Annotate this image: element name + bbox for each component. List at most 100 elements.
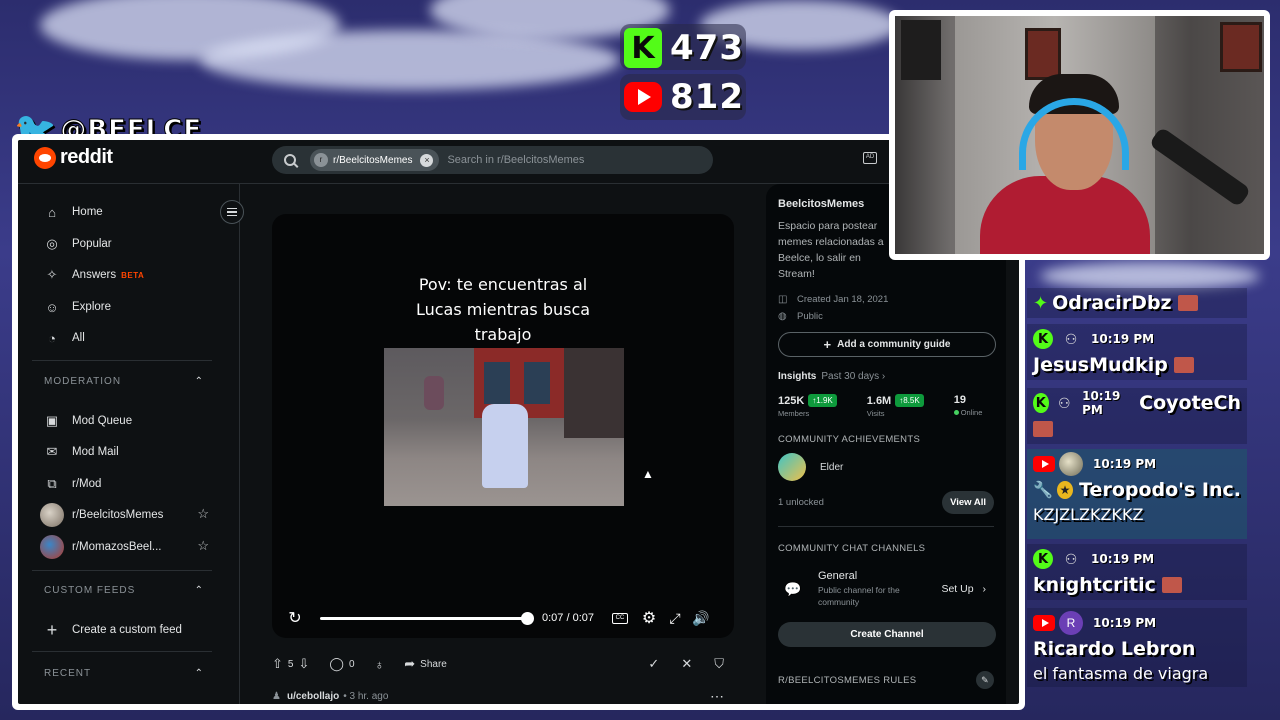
- edit-pencil-icon[interactable]: ✎: [976, 671, 994, 689]
- downvote-icon[interactable]: ⇩: [298, 656, 309, 672]
- comment-count: 0: [348, 658, 355, 670]
- sidebar-item-label: Popular: [72, 238, 112, 250]
- sidebar-divider: [32, 360, 212, 361]
- sidebar-item-mod-mail[interactable]: ✉ Mod Mail: [44, 438, 119, 466]
- achievements-header: COMMUNITY ACHIEVEMENTS: [778, 434, 921, 445]
- insights-period: Past 30 days ›: [821, 371, 886, 382]
- award-button[interactable]: ♁: [375, 657, 385, 672]
- stat-value: 125K: [778, 394, 805, 407]
- chat-message: K ⚇ 10:19 PM knightcritic: [1027, 544, 1247, 600]
- all-icon: ◔: [48, 330, 56, 346]
- sidebar-item-mod-queue[interactable]: ▣ Mod Queue: [44, 407, 132, 435]
- mouse-cursor-icon: ▲: [642, 467, 654, 481]
- sidebar-divider: [32, 570, 212, 571]
- chat-message: K ⚇ 10:19 PM CoyoteCh: [1027, 388, 1247, 444]
- remove-icon[interactable]: ✕: [681, 656, 692, 672]
- user-icon: ⚇: [1058, 395, 1071, 411]
- sidebar-item-popular[interactable]: ◎ Popular: [44, 230, 112, 258]
- video-controls: ↻ 0:07 / 0:07 CC ⚙ ⤢ 🔊: [272, 598, 734, 638]
- share-button[interactable]: ➦ Share: [404, 656, 447, 672]
- chat-time: 10:19 PM: [1082, 389, 1121, 417]
- cake-icon: ◫: [778, 294, 788, 305]
- user-avatar-icon: ♟: [272, 691, 281, 702]
- chat-channel-general[interactable]: 💬 General Public channel for the communi…: [778, 570, 994, 608]
- sidebar-item-all[interactable]: ◔ All: [44, 324, 85, 352]
- kick-logo-icon: K: [1033, 329, 1053, 349]
- live-chat: ✦ OdracirDbz K ⚇ 10:19 PM JesusMudkip K …: [1027, 258, 1280, 698]
- settings-gear-icon[interactable]: ⚙: [636, 608, 662, 628]
- advertise-icon[interactable]: AD: [863, 152, 877, 164]
- chat-username: OdracirDbz: [1052, 292, 1172, 314]
- community-search-chip[interactable]: r r/BeelcitosMemes ×: [310, 149, 440, 171]
- sidebar-item-explore[interactable]: ☺ Explore: [44, 293, 111, 321]
- set-up-button[interactable]: Set Up ›: [941, 583, 986, 595]
- custom-feeds-section-header[interactable]: CUSTOM FEEDS ⌃: [44, 585, 204, 596]
- sidebar-item-beelcitosmemes[interactable]: r/BeelcitosMemes: [40, 501, 214, 529]
- emote-icon: [1173, 357, 1194, 373]
- section-title: RECENT: [44, 668, 92, 679]
- favorite-star-icon[interactable]: ☆: [197, 538, 209, 554]
- view-all-button[interactable]: View All: [942, 491, 994, 514]
- star-badge-icon: ★: [1056, 481, 1074, 499]
- sidebar-collapse-button[interactable]: [220, 200, 244, 224]
- community-description: Espacio para postear memes relacionadas …: [778, 220, 884, 280]
- chat-message: K ⚇ 10:19 PM JesusMudkip: [1027, 324, 1247, 380]
- kick-viewer-counter: K 473: [624, 26, 744, 70]
- shield-icon[interactable]: ⛉: [714, 656, 724, 672]
- comments-button[interactable]: ◯ 0: [329, 656, 354, 672]
- upvote-icon[interactable]: ⇧: [272, 656, 283, 672]
- replay-icon[interactable]: ↻: [282, 608, 308, 628]
- achievement-badge-icon: [778, 453, 806, 481]
- post-author[interactable]: u/cebollajo: [287, 691, 339, 702]
- stat-label: Members: [778, 409, 810, 418]
- sidebar-item-momazos[interactable]: r/MomazosBeel...: [40, 533, 214, 561]
- mod-mail-icon: ✉: [46, 444, 58, 459]
- sidebar-item-label: All: [72, 332, 85, 344]
- video-progress-bar[interactable]: [320, 611, 534, 625]
- community-created: ◫ Created Jan 18, 2021: [778, 294, 994, 305]
- create-custom-feed-button[interactable]: + Create a custom feed: [44, 616, 182, 644]
- meme-caption: Pov: te encuentras al Lucas mientras bus…: [272, 272, 734, 347]
- achievement-item[interactable]: Elder: [778, 453, 994, 481]
- add-community-guide-button[interactable]: + Add a community guide: [778, 332, 996, 357]
- video-player[interactable]: Pov: te encuentras al Lucas mientras bus…: [272, 214, 734, 638]
- meme-video-frame: [384, 348, 624, 506]
- favorite-star-icon[interactable]: ☆: [197, 506, 209, 522]
- community-visibility: ◍ Public: [778, 311, 994, 322]
- fullscreen-icon[interactable]: ⤢: [662, 610, 688, 627]
- achievements-footer: 1 unlocked View All: [778, 491, 994, 514]
- create-channel-button[interactable]: Create Channel: [778, 622, 996, 647]
- reddit-wordmark: reddit: [60, 146, 113, 168]
- reddit-logo[interactable]: reddit: [34, 146, 113, 169]
- chip-close-icon[interactable]: ×: [420, 153, 434, 167]
- cartoon-character: [482, 404, 528, 488]
- youtube-viewer-count: 812: [670, 77, 744, 117]
- moderation-section-header[interactable]: MODERATION ⌃: [44, 376, 204, 387]
- youtube-viewer-counter: 812: [624, 75, 744, 119]
- caption-line: trabajo: [474, 325, 532, 344]
- sidebar-item-home[interactable]: ⌂ Home: [44, 198, 103, 226]
- captions-icon[interactable]: CC: [612, 612, 628, 624]
- sidebar-item-label: Home: [72, 206, 103, 218]
- community-avatar: [40, 503, 64, 527]
- rules-title: R/BEELCITOSMEMES RULES: [778, 674, 917, 686]
- recent-section-header[interactable]: RECENT ⌃: [44, 668, 204, 679]
- post-action-bar: ⇧ 5 ⇩ ◯ 0 ♁ ➦ Share ✓ ✕ ⛉: [272, 652, 734, 676]
- video-time: 0:07 / 0:07: [542, 612, 594, 624]
- search-bar[interactable]: r r/BeelcitosMemes × Search in r/Beelcit…: [272, 146, 713, 174]
- kick-logo-icon: K: [624, 28, 663, 68]
- insights-header[interactable]: Insights Past 30 days ›: [778, 371, 994, 382]
- more-options-icon[interactable]: ⋯: [710, 688, 724, 704]
- chevron-up-icon: ⌃: [194, 585, 204, 596]
- approve-icon[interactable]: ✓: [648, 656, 659, 672]
- sidebar-item-r-mod[interactable]: ⧉ r/Mod: [44, 470, 101, 498]
- volume-icon[interactable]: 🔊: [688, 610, 714, 627]
- award-icon: ♁: [374, 656, 385, 672]
- progress-knob[interactable]: [521, 611, 534, 625]
- sidebar-item-answers[interactable]: ✧ Answers BETA: [44, 261, 144, 289]
- unlocked-count: 1 unlocked: [778, 497, 824, 508]
- chat-username: Teropodo's Inc.: [1079, 479, 1241, 501]
- window: [484, 362, 510, 404]
- chat-text: KZJZLZKZKKZ: [1033, 505, 1144, 524]
- search-input[interactable]: Search in r/BeelcitosMemes: [447, 154, 584, 166]
